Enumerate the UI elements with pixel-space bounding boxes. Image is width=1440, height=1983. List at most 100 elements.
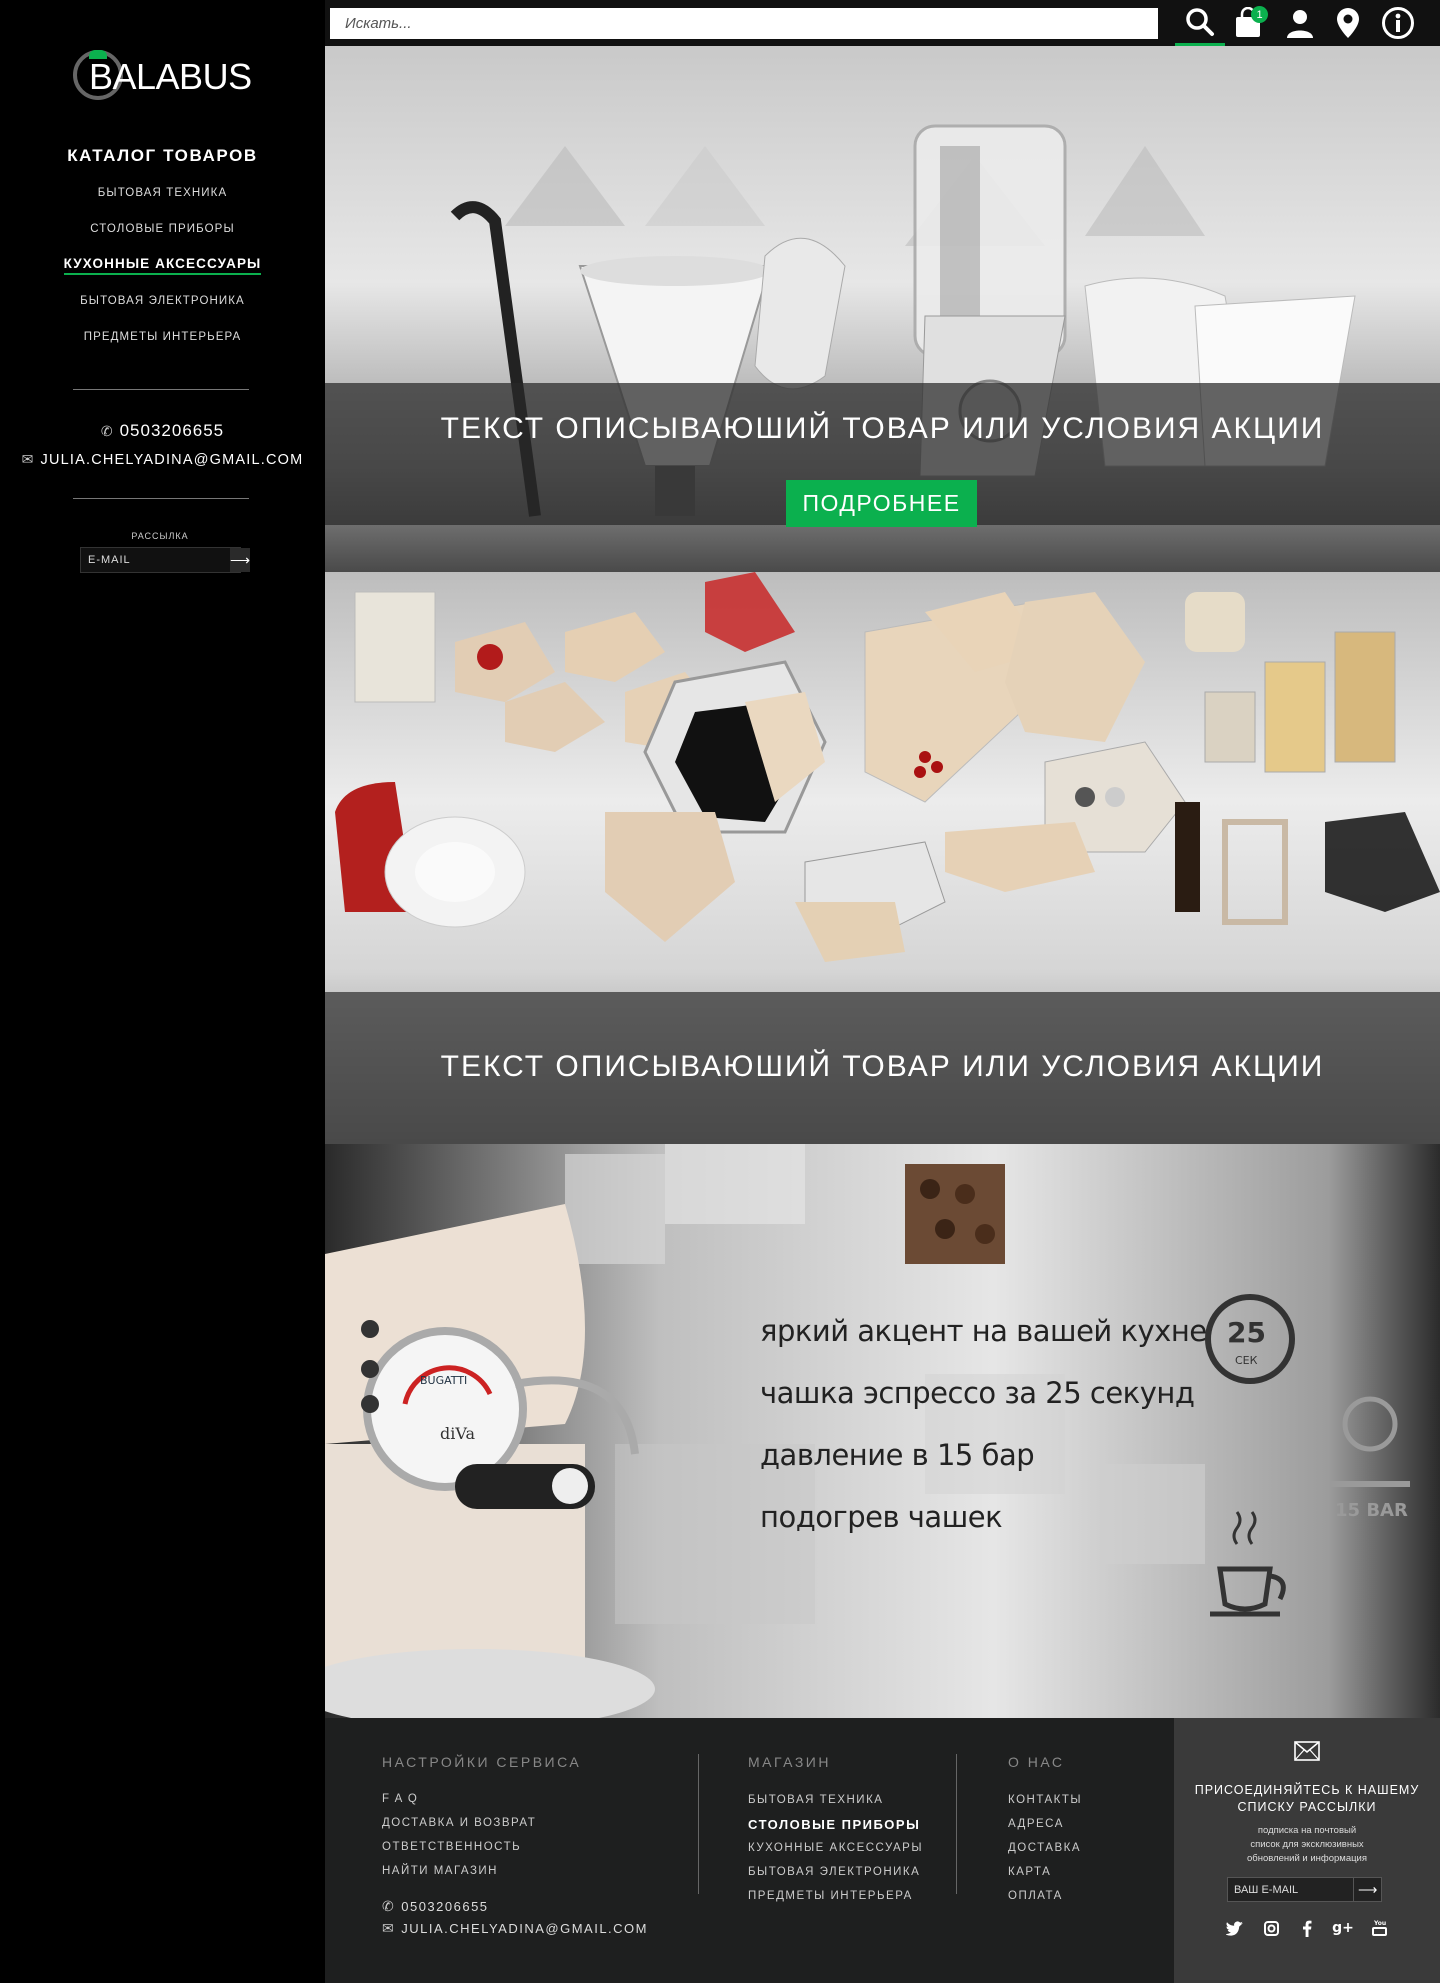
- sidebar-item-interior[interactable]: ПРЕДМЕТЫ ИНТЕРЬЕРА: [0, 331, 325, 343]
- subscribe-title-line: СПИСКУ РАССЫЛКИ: [1237, 1800, 1377, 1814]
- footer-email[interactable]: ✉ JULIA.CHELYADINA@GMAIL.COM: [382, 1920, 648, 1937]
- subscribe-description: подписка на почтовый список для эксклюзи…: [1174, 1824, 1440, 1866]
- arrow-right-icon: ⟶: [1357, 1881, 1378, 1897]
- banner-illustration-coffee-machine: BUGATTI diVa 25 СЕК 15 BAR: [325, 1144, 1410, 1718]
- phone-icon: ✆: [382, 1898, 396, 1914]
- search-button[interactable]: [1175, 0, 1225, 46]
- twitter-icon[interactable]: [1225, 1918, 1245, 1938]
- timer-value-text: 25: [1227, 1316, 1266, 1349]
- footer-link-payment[interactable]: ОПЛАТА: [1008, 1890, 1063, 1902]
- machine-model-text: diVa: [440, 1424, 475, 1443]
- footer-link-cutlery[interactable]: СТОЛОВЫЕ ПРИБОРЫ: [748, 1817, 920, 1832]
- pressure-label-text: 15 BAR: [1335, 1500, 1408, 1521]
- feature-line: яркий акцент на вашей кухне: [760, 1314, 1207, 1348]
- sidebar-item-cutlery[interactable]: СТОЛОВЫЕ ПРИБОРЫ: [0, 223, 325, 235]
- footer-link-addresses[interactable]: АДРЕСА: [1008, 1818, 1064, 1830]
- subscribe-desc-line: обновлений и информация: [1247, 1853, 1367, 1864]
- sidebar-item-kitchen-accessories[interactable]: КУХОННЫЕ АКСЕССУАРЫ: [0, 256, 325, 275]
- sidebar-item-label: КУХОННЫЕ АКСЕССУАРЫ: [63, 256, 262, 275]
- timer-unit-text: СЕК: [1235, 1354, 1258, 1367]
- divider: [73, 389, 249, 390]
- divider: [73, 498, 249, 499]
- phone-icon: ✆: [100, 423, 114, 439]
- newsletter-email-input[interactable]: [81, 548, 230, 572]
- subscribe-title-line: ПРИСОЕДИНЯЙТЕСЬ К НАШЕМУ: [1194, 1783, 1420, 1797]
- footer-phone[interactable]: ✆ 0503206655: [382, 1898, 489, 1915]
- footer-link-faq[interactable]: F A Q: [382, 1793, 418, 1805]
- sidebar-item-electronics[interactable]: БЫТОВАЯ ЭЛЕКТРОНИКА: [0, 295, 325, 307]
- footer-shop-heading: МАГАЗИН: [748, 1754, 831, 1770]
- sidebar-item-label: ПРЕДМЕТЫ ИНТЕРЬЕРА: [83, 331, 242, 343]
- facebook-icon[interactable]: [1297, 1918, 1317, 1938]
- sidebar-phone[interactable]: ✆ 0503206655: [0, 421, 325, 441]
- subscribe-box: ПРИСОЕДИНЯЙТЕСЬ К НАШЕМУ СПИСКУ РАССЫЛКИ…: [1174, 1718, 1440, 1983]
- footer: НАСТРОЙКИ СЕРВИСА F A Q ДОСТАВКА И ВОЗВР…: [325, 1718, 1440, 1983]
- feature-line: чашка эспрессо за 25 секунд: [760, 1376, 1195, 1410]
- subscribe-desc-line: подписка на почтовый: [1257, 1825, 1357, 1836]
- footer-link-delivery-returns[interactable]: ДОСТАВКА И ВОЗВРАТ: [382, 1817, 536, 1829]
- feature-line: подогрев чашек: [760, 1500, 1003, 1534]
- youtube-icon[interactable]: You: [1369, 1918, 1389, 1938]
- phone-text: 0503206655: [401, 1899, 489, 1914]
- footer-divider: [698, 1754, 699, 1894]
- machine-brand-text: BUGATTI: [420, 1374, 467, 1387]
- email-text: JULIA.CHELYADINA@GMAIL.COM: [401, 1921, 648, 1936]
- footer-link-contacts[interactable]: КОНТАКТЫ: [1008, 1794, 1082, 1806]
- footer-link-responsibility[interactable]: ОТВЕТСТВЕННОСТЬ: [382, 1841, 521, 1853]
- logo-text: BALABUS: [89, 56, 252, 97]
- user-icon: [1287, 10, 1313, 38]
- footer-link-appliances[interactable]: БЫТОВАЯ ТЕХНИКА: [748, 1794, 883, 1806]
- info-icon: [1382, 7, 1414, 39]
- subscribe-form: ⟶: [1227, 1877, 1382, 1902]
- subscribe-submit-button[interactable]: ⟶: [1353, 1878, 1381, 1901]
- subscribe-email-input[interactable]: [1228, 1878, 1353, 1901]
- info-button[interactable]: [1375, 0, 1421, 46]
- account-button[interactable]: [1277, 0, 1323, 46]
- email-text: JULIA.CHELYADINA@GMAIL.COM: [40, 452, 304, 468]
- footer-service-heading: НАСТРОЙКИ СЕРВИСА: [382, 1754, 582, 1770]
- mail-icon: ✉: [21, 451, 35, 467]
- envelope-icon: [1294, 1741, 1320, 1761]
- feature-line: давление в 15 бар: [760, 1438, 1035, 1472]
- footer-about-heading: О НАС: [1008, 1754, 1065, 1770]
- promo-text: ТЕКСТ ОПИСЫВАЮШИЙ ТОВАР ИЛИ УСЛОВИЯ АКЦИ…: [440, 412, 1325, 445]
- promo-text: ТЕКСТ ОПИСЫВАЮШИЙ ТОВАР ИЛИ УСЛОВИЯ АКЦИ…: [440, 1050, 1325, 1083]
- footer-link-electronics[interactable]: БЫТОВАЯ ЭЛЕКТРОНИКА: [748, 1866, 920, 1878]
- search-icon: [1186, 7, 1214, 36]
- promo-banner-accessories[interactable]: ТЕКСТ ОПИСЫВАЮШИЙ ТОВАР ИЛИ УСЛОВИЯ АКЦИ…: [325, 572, 1440, 1144]
- sidebar-item-label: БЫТОВАЯ ТЕХНИКА: [97, 187, 228, 199]
- footer-divider: [956, 1754, 957, 1894]
- logo[interactable]: BALABUS: [73, 48, 252, 104]
- footer-link-map[interactable]: КАРТА: [1008, 1866, 1051, 1878]
- google-plus-icon[interactable]: g+: [1332, 1918, 1354, 1938]
- social-links: g+ You: [1174, 1918, 1440, 1938]
- newsletter-form: ⟶: [80, 547, 251, 573]
- search-input[interactable]: [330, 8, 1158, 39]
- mail-icon: ✉: [382, 1920, 396, 1936]
- catalog-title[interactable]: КАТАЛОГ ТОВАРОВ: [0, 146, 325, 166]
- arrow-right-icon: ⟶: [230, 551, 251, 568]
- footer-link-interior[interactable]: ПРЕДМЕТЫ ИНТЕРЬЕРА: [748, 1890, 913, 1902]
- instagram-icon[interactable]: [1261, 1918, 1281, 1938]
- top-bar: 1: [325, 0, 1440, 46]
- footer-link-kitchen-accessories[interactable]: КУХОННЫЕ АКСЕССУАРЫ: [748, 1842, 923, 1854]
- footer-link-find-store[interactable]: НАЙТИ МАГАЗИН: [382, 1865, 498, 1877]
- newsletter-submit-button[interactable]: ⟶: [230, 548, 251, 572]
- footer-link-delivery[interactable]: ДОСТАВКА: [1008, 1842, 1081, 1854]
- newsletter-label: РАССЫЛКА: [131, 531, 189, 541]
- sidebar-item-appliances[interactable]: БЫТОВАЯ ТЕХНИКА: [0, 187, 325, 199]
- locations-button[interactable]: [1325, 0, 1371, 46]
- phone-text: 0503206655: [119, 421, 225, 440]
- svg-text:You: You: [1373, 1920, 1386, 1927]
- cart-count-badge: 1: [1251, 6, 1268, 23]
- sidebar: BALABUS КАТАЛОГ ТОВАРОВ БЫТОВАЯ ТЕХНИКА …: [0, 0, 325, 1983]
- more-details-button[interactable]: ПОДРОБНЕЕ: [786, 480, 977, 527]
- sidebar-item-label: СТОЛОВЫЕ ПРИБОРЫ: [90, 223, 235, 235]
- map-pin-icon: [1337, 8, 1359, 38]
- sidebar-item-label: БЫТОВАЯ ЭЛЕКТРОНИКА: [80, 295, 245, 307]
- sidebar-email[interactable]: ✉ JULIA.CHELYADINA@GMAIL.COM: [0, 451, 325, 468]
- promo-banner-blender[interactable]: ТЕКСТ ОПИСЫВАЮШИЙ ТОВАР ИЛИ УСЛОВИЯ АКЦИ…: [325, 46, 1440, 572]
- subscribe-desc-line: список для эксклюзивных: [1250, 1839, 1364, 1850]
- promo-banner-coffee-machine[interactable]: BUGATTI diVa 25 СЕК 15 BAR яркий акцент …: [325, 1144, 1440, 1718]
- cart-button[interactable]: 1: [1225, 0, 1271, 46]
